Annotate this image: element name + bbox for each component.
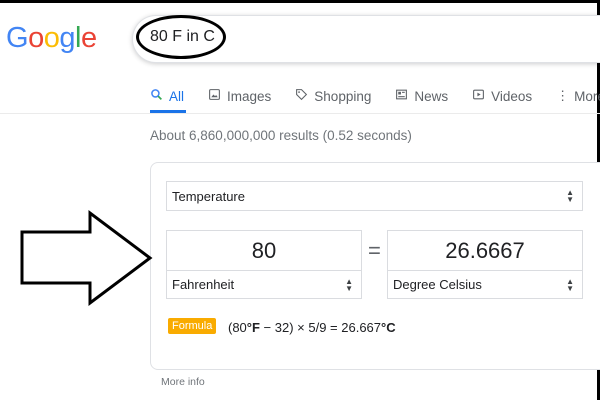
- search-tabs: All Images Shopping News Videos ⋮ More: [150, 86, 600, 110]
- more-info-link[interactable]: More info: [161, 376, 205, 388]
- tab-more[interactable]: ⋮ More: [556, 86, 600, 106]
- formula-text: (80°F − 32) × 5/9 = 26.667°C: [228, 320, 396, 335]
- from-value: 80: [251, 237, 277, 263]
- to-value: 26.6667: [445, 237, 525, 263]
- tab-label: Images: [227, 88, 272, 104]
- tab-shopping[interactable]: Shopping: [295, 86, 371, 106]
- play-icon: [472, 88, 485, 104]
- to-unit-label: Degree Celsius: [393, 277, 482, 292]
- from-unit-label: Fahrenheit: [172, 277, 235, 292]
- image-icon: [208, 88, 221, 104]
- formula-badge: Formula: [168, 318, 217, 334]
- tab-label: News: [414, 88, 449, 104]
- tab-news[interactable]: News: [395, 86, 448, 106]
- select-arrows-icon: ▲ ▼: [345, 276, 353, 293]
- to-value-input[interactable]: 26.6667: [387, 230, 583, 271]
- result-stats: About 6,860,000,000 results (0.52 second…: [150, 128, 412, 143]
- from-value-input[interactable]: 80: [166, 230, 362, 271]
- select-arrows-icon: ▲ ▼: [566, 276, 574, 293]
- category-label: Temperature: [172, 188, 245, 204]
- tab-label: All: [169, 88, 185, 104]
- tab-images[interactable]: Images: [208, 86, 271, 106]
- tab-label: More: [574, 88, 600, 104]
- formula-open: (80: [228, 320, 247, 335]
- formula-middle: − 32) × 5/9 = 26.667: [259, 320, 382, 335]
- annotation-arrow: [20, 210, 153, 306]
- tab-label: Shopping: [314, 88, 372, 104]
- from-unit-select[interactable]: Fahrenheit ▲ ▼: [166, 270, 362, 299]
- more-vert-icon: ⋮: [556, 88, 570, 103]
- category-select[interactable]: Temperature ▲ ▼: [166, 181, 583, 211]
- formula-from-unit: °F: [246, 320, 260, 335]
- news-icon: [395, 88, 408, 104]
- formula-to-unit: °C: [381, 320, 396, 335]
- select-arrows-icon: ▲ ▼: [566, 188, 574, 204]
- tab-label: Videos: [491, 88, 533, 104]
- equals-sign: =: [368, 238, 381, 263]
- tag-icon: [295, 88, 308, 104]
- tab-videos[interactable]: Videos: [472, 86, 532, 106]
- to-unit-select[interactable]: Degree Celsius ▲ ▼: [387, 270, 583, 299]
